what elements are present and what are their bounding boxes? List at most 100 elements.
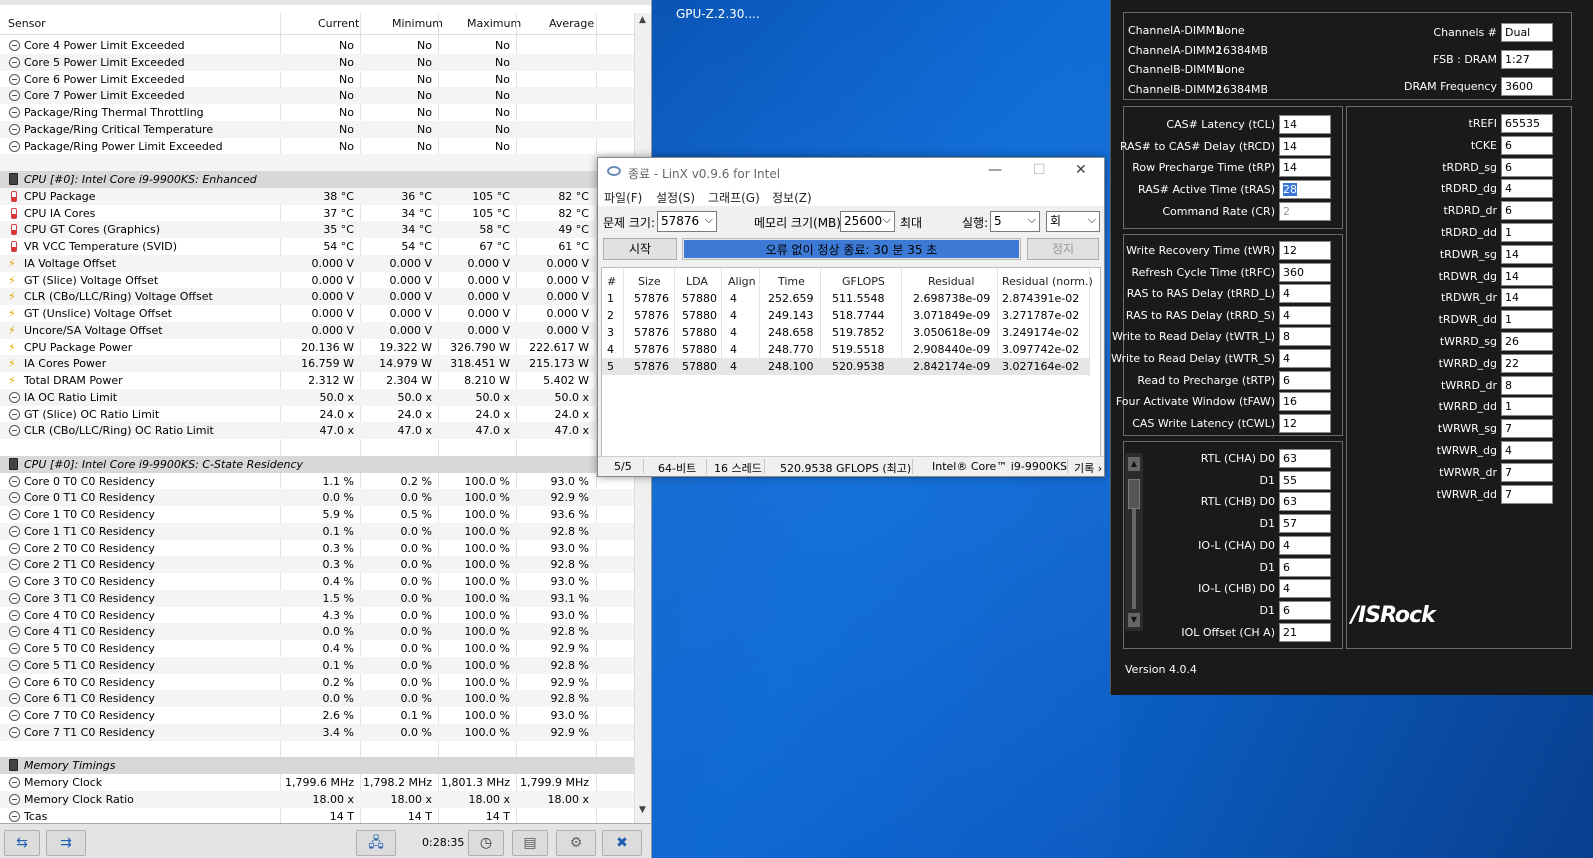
start-button[interactable]: 시작	[603, 238, 677, 260]
sensor-row[interactable]: Core 4 T1 C0 Residency 0.0 % 0.0 % 100.0 % 9…	[0, 623, 634, 641]
table-row[interactable]: 3 57876 57880 4 248.658 519.7852 3.050618e-09 3…	[602, 324, 1090, 341]
timing-value-field[interactable]: 4	[1279, 579, 1331, 599]
sensor-group-header[interactable]: Memory Timings	[0, 757, 634, 775]
timing-value-field[interactable]: 4	[1501, 441, 1553, 460]
th-gflops[interactable]: GFLOPS	[842, 275, 885, 288]
timing-value-field[interactable]: 57	[1279, 514, 1331, 534]
report-icon[interactable]: ▤	[512, 830, 548, 856]
timing-value-field[interactable]: 6	[1279, 370, 1331, 390]
sensor-row[interactable]: Core 1 T1 C0 Residency 0.1 % 0.0 % 100.0 % 9…	[0, 522, 634, 540]
timing-value-field[interactable]: 6	[1279, 557, 1331, 577]
sensor-row[interactable]: CPU IA Cores 37 °C 34 °C 105 °C 82 °C	[0, 205, 634, 222]
sensor-row[interactable]	[0, 741, 634, 758]
column-sensor[interactable]: Sensor	[8, 17, 46, 30]
sensor-row[interactable]: Core 6 Power Limit Exceeded No No No	[0, 71, 634, 88]
gpuz-desktop-label[interactable]: GPU-Z.2.30....	[676, 7, 760, 21]
problem-size-select[interactable]: 57876	[657, 210, 717, 232]
sensor-row[interactable]: Core 7 Power Limit Exceeded No No No	[0, 87, 634, 105]
timing-value-field[interactable]: 1	[1501, 397, 1553, 417]
timing-value-field[interactable]: 26	[1501, 332, 1553, 351]
stop-button[interactable]: 정지	[1027, 238, 1099, 260]
column-minimum[interactable]: Minimum	[392, 17, 443, 30]
timing-value-field[interactable]: 6	[1501, 201, 1553, 221]
timing-value-field[interactable]: 6	[1501, 135, 1553, 155]
sensor-row[interactable]: Memory Clock 1,799.6 MHz 1,798.2 MHz 1,801.…	[0, 774, 634, 791]
column-current[interactable]: Current	[318, 17, 359, 30]
sensor-row[interactable]: Core 3 T1 C0 Residency 1.5 % 0.0 % 100.0 % 9…	[0, 589, 634, 607]
timing-value-field[interactable]: 6	[1501, 157, 1553, 177]
sensor-row[interactable]: Core 7 T1 C0 Residency 3.4 % 0.0 % 100.0 % 9…	[0, 723, 634, 741]
timing-value-field[interactable]: 63	[1279, 492, 1331, 512]
status-log-button[interactable]: 기록 ›	[1074, 460, 1102, 476]
timing-value-field[interactable]: 63	[1279, 449, 1331, 468]
sensor-row[interactable]: IA Voltage Offset 0.000 V 0.000 V 0.000 V 0.…	[0, 254, 634, 272]
th-size[interactable]: Size	[638, 275, 661, 288]
timing-value-field[interactable]: 14	[1279, 158, 1331, 178]
scroll-up-icon[interactable]: ▲	[1128, 457, 1140, 471]
sensor-row[interactable]: Core 4 T0 C0 Residency 4.3 % 0.0 % 100.0 % 9…	[0, 607, 634, 624]
network-icon[interactable]: 🖧	[356, 830, 396, 856]
timing-value-field[interactable]: 12	[1279, 241, 1331, 260]
timing-value-field[interactable]: 4	[1279, 349, 1331, 368]
sensor-row[interactable]: Core 1 T0 C0 Residency 5.9 % 0.5 % 100.0 % 9…	[0, 506, 634, 523]
timing-value-field[interactable]: 14	[1501, 266, 1553, 286]
timing-value-field[interactable]: 360	[1279, 262, 1331, 282]
sensor-row[interactable]: GT (Slice) OC Ratio Limit 24.0 x 24.0 x 24.…	[0, 406, 634, 423]
timing-value-field[interactable]: 28	[1279, 180, 1331, 200]
th-residual[interactable]: Residual	[928, 275, 974, 288]
sensor-row[interactable]: Memory Clock Ratio 18.00 x 18.00 x 18.00 x 1…	[0, 790, 634, 808]
sensor-row[interactable]: Core 5 T1 C0 Residency 0.1 % 0.0 % 100.0 % 9…	[0, 656, 634, 674]
sensor-row[interactable]: Core 2 T1 C0 Residency 0.3 % 0.0 % 100.0 % 9…	[0, 556, 634, 574]
scroll-down-icon[interactable]: ▼	[1128, 613, 1140, 627]
timing-value-field[interactable]: 7	[1501, 484, 1553, 504]
th-lda[interactable]: LDA	[686, 275, 708, 288]
timing-value-field[interactable]: 4	[1279, 535, 1331, 555]
max-label[interactable]: 최대	[900, 214, 922, 231]
sensor-row[interactable]: Core 6 T1 C0 Residency 0.0 % 0.0 % 100.0 % 9…	[0, 690, 634, 708]
timing-value-field[interactable]: 14	[1501, 244, 1553, 264]
timing-value-field[interactable]: 21	[1279, 622, 1331, 642]
sensor-row[interactable]: Core 6 T0 C0 Residency 0.2 % 0.0 % 100.0 % 9…	[0, 674, 634, 691]
timing-value-field[interactable]: 22	[1501, 353, 1553, 373]
column-maximum[interactable]: Maximum	[467, 17, 521, 30]
timing-value-field[interactable]: 14	[1501, 288, 1553, 308]
rtl-scrollbar[interactable]: ▲ ▼	[1125, 453, 1143, 631]
menu-settings[interactable]: 설정(S)	[656, 189, 695, 206]
timing-value-field[interactable]: 8	[1279, 327, 1331, 347]
memory-size-select[interactable]: 25600	[840, 210, 895, 232]
timing-value-field[interactable]: 6	[1279, 600, 1331, 620]
sensor-row[interactable]	[0, 439, 634, 456]
th-align[interactable]: Align	[728, 275, 756, 288]
sensor-group-header[interactable]: CPU [#0]: Intel Core i9-9900KS: C-State …	[0, 455, 634, 473]
sensor-row[interactable]: CPU Package 38 °C 36 °C 105 °C 82 °C	[0, 187, 634, 205]
sensor-row[interactable]: Tcas 14 T 14 T 14 T	[0, 808, 634, 825]
sensor-row[interactable]: GT (Slice) Voltage Offset 0.000 V 0.000 V 0…	[0, 272, 634, 289]
sensor-row[interactable]: Core 2 T0 C0 Residency 0.3 % 0.0 % 100.0 % 9…	[0, 540, 634, 557]
sensor-row[interactable]: Uncore/SA Voltage Offset 0.000 V 0.000 V 0.…	[0, 321, 634, 339]
sensor-row[interactable]: VR VCC Temperature (SVID) 54 °C 54 °C 67 °C…	[0, 238, 634, 255]
timing-value-field[interactable]: 7	[1501, 462, 1553, 482]
nav-right-icon[interactable]: ⇉	[46, 830, 86, 856]
sensor-row[interactable]: Core 3 T0 C0 Residency 0.4 % 0.0 % 100.0 % 9…	[0, 573, 634, 590]
timing-value-field[interactable]: 4	[1279, 305, 1331, 325]
scroll-down-icon[interactable]: ▼	[639, 805, 646, 815]
nav-left-icon[interactable]: ⇆	[4, 830, 40, 856]
timing-value-field[interactable]: 4	[1501, 179, 1553, 199]
sensor-row[interactable]: CPU Package Power 20.136 W 19.322 W 326.790…	[0, 339, 634, 356]
timing-value-field[interactable]: 7	[1501, 419, 1553, 439]
settings-icon[interactable]: ⚙	[556, 830, 596, 856]
scroll-up-icon[interactable]: ▲	[639, 15, 646, 25]
sensor-row[interactable]: Core 5 T0 C0 Residency 0.4 % 0.0 % 100.0 % 9…	[0, 640, 634, 657]
th-residual-norm[interactable]: Residual (norm.)	[1002, 275, 1093, 288]
sensor-row[interactable]: GT (Unslice) Voltage Offset 0.000 V 0.000 …	[0, 305, 634, 322]
sensor-row[interactable]: Package/Ring Thermal Throttling No No No	[0, 104, 634, 121]
sensor-row[interactable]: CLR (CBo/LLC/Ring) Voltage Offset 0.000 V…	[0, 288, 634, 306]
sensor-row[interactable]: Core 4 Power Limit Exceeded No No No	[0, 37, 634, 54]
timing-value-field[interactable]: 55	[1279, 470, 1331, 490]
sensor-row[interactable]: Core 0 T0 C0 Residency 1.1 % 0.2 % 100.0 % 9…	[0, 473, 634, 490]
clock-icon[interactable]: ◷	[468, 830, 504, 856]
sensor-row[interactable]: Package/Ring Power Limit Exceeded No No No	[0, 138, 634, 155]
close-x-icon[interactable]: ✖	[602, 830, 642, 856]
sensor-row[interactable]: CPU GT Cores (Graphics) 35 °C 34 °C 58 °C 49…	[0, 221, 634, 239]
sensor-row[interactable]: Core 0 T1 C0 Residency 0.0 % 0.0 % 100.0 % 9…	[0, 489, 634, 507]
